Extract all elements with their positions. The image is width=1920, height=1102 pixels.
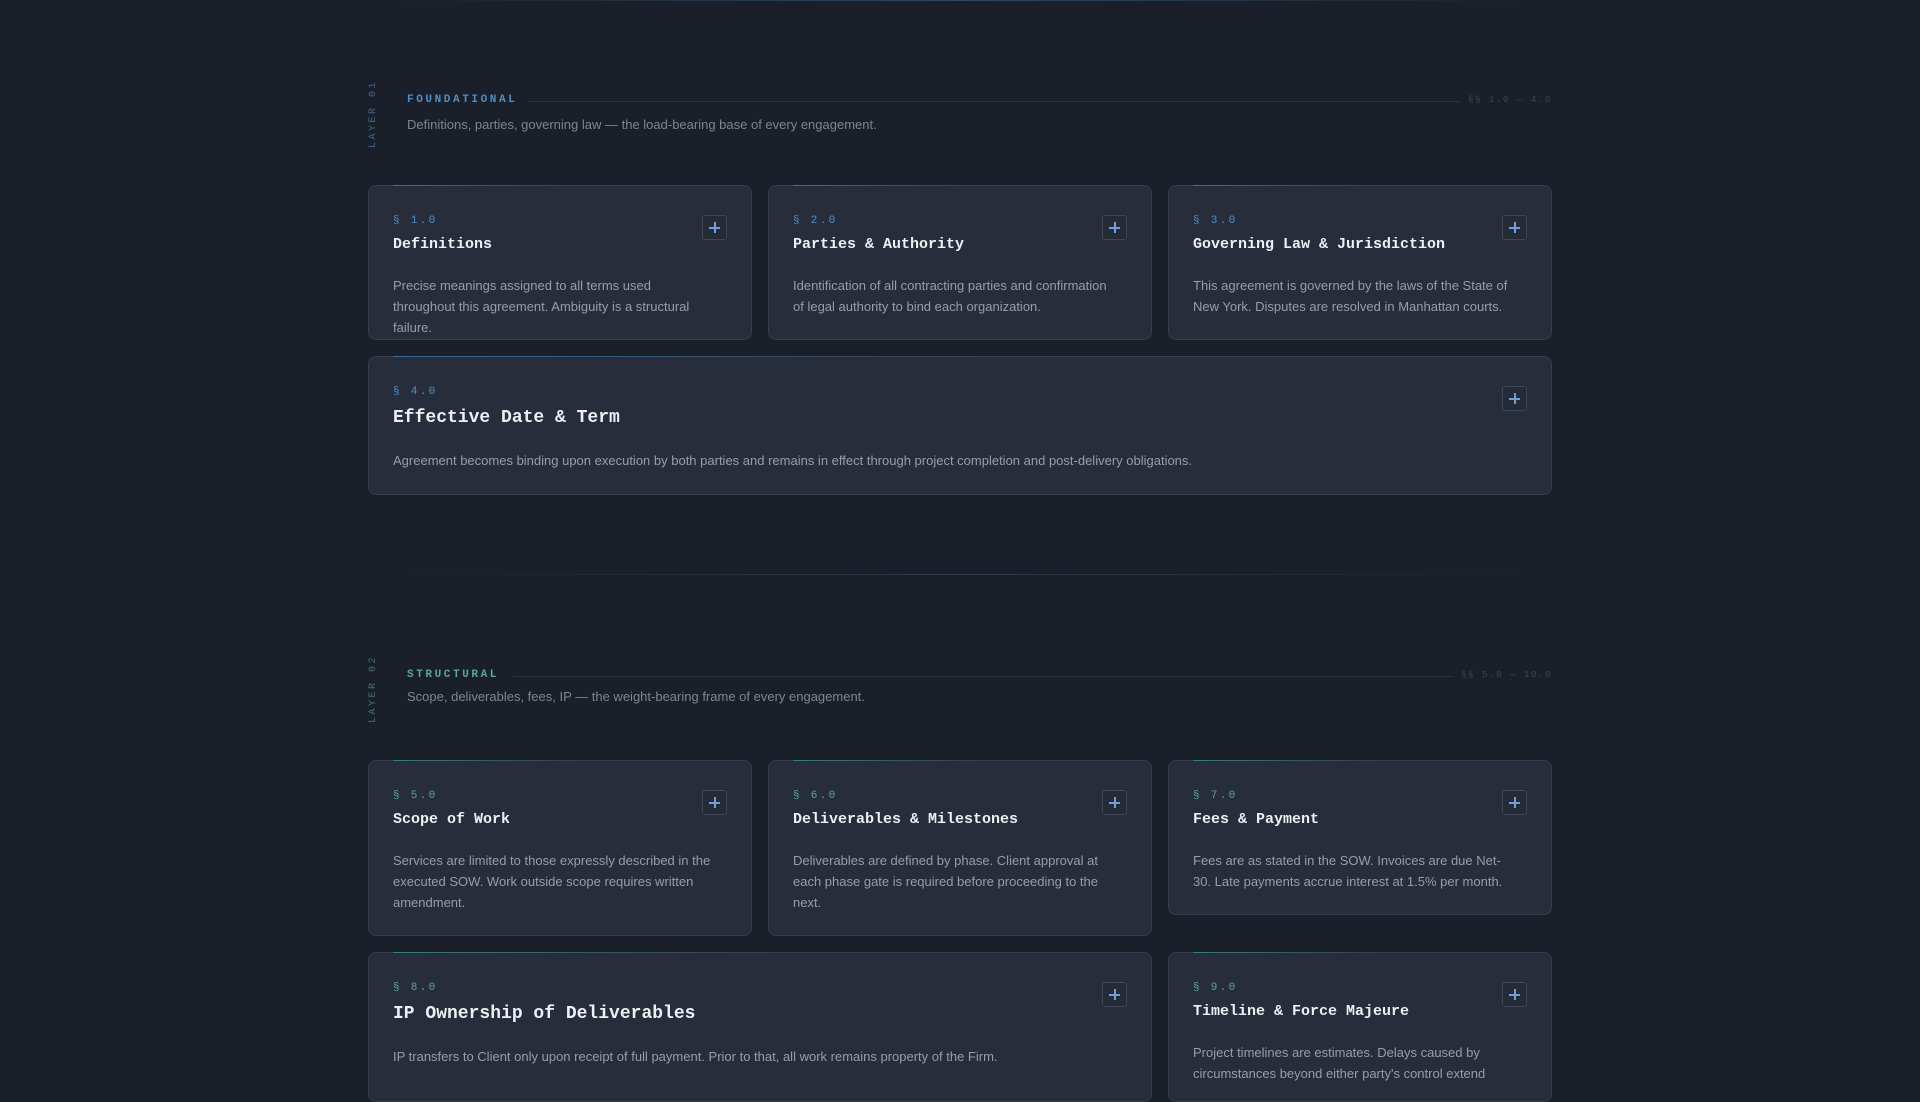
section-body: IP transfers to Client only upon receipt… xyxy=(393,1049,998,1064)
layer-range: §§ 1.0 — 4.0 xyxy=(1467,95,1552,105)
section-number: § 6.0 xyxy=(793,790,838,802)
section-card-3[interactable]: § 3.0 Governing Law & Jurisdiction This … xyxy=(1168,185,1552,340)
plus-icon[interactable] xyxy=(1102,982,1127,1007)
section-body: Precise meanings assigned to all terms u… xyxy=(393,278,690,335)
section-card-6[interactable]: § 6.0 Deliverables & Milestones Delivera… xyxy=(768,760,1152,936)
section-title: Deliverables & Milestones xyxy=(793,811,1019,828)
layer-rule xyxy=(529,101,1460,102)
section-card-2[interactable]: § 2.0 Parties & Authority Identification… xyxy=(768,185,1152,340)
layer-structural: LAYER 02 STRUCTURAL §§ 5.0 — 10.0 Scope,… xyxy=(368,655,1552,1102)
layer-header: STRUCTURAL §§ 5.0 — 10.0 xyxy=(407,669,1552,689)
section-title: Fees & Payment xyxy=(1193,811,1320,828)
section-title: Scope of Work xyxy=(393,811,511,828)
plus-icon[interactable] xyxy=(1502,386,1527,411)
layer-name: STRUCTURAL xyxy=(407,669,500,681)
section-number: § 2.0 xyxy=(793,215,838,227)
layer-name: FOUNDATIONAL xyxy=(407,94,518,106)
section-card-7[interactable]: § 7.0 Fees & Payment Fees are as stated … xyxy=(1168,760,1552,915)
layer-description: Definitions, parties, governing law — th… xyxy=(407,117,877,132)
plus-icon[interactable] xyxy=(1502,790,1527,815)
section-card-5[interactable]: § 5.0 Scope of Work Services are limited… xyxy=(368,760,752,936)
section-body: Identification of all contracting partie… xyxy=(793,278,1107,314)
section-number: § 7.0 xyxy=(1193,790,1238,802)
section-body: Fees are as stated in the SOW. Invoices … xyxy=(1193,853,1503,889)
section-body: This agreement is governed by the laws o… xyxy=(1193,278,1508,314)
section-number: § 3.0 xyxy=(1193,215,1238,227)
section-body: Services are limited to those expressly … xyxy=(393,853,711,910)
section-number: § 1.0 xyxy=(393,215,438,227)
layer-description: Scope, deliverables, fees, IP — the weig… xyxy=(407,689,865,704)
layer-foundational: LAYER 01 FOUNDATIONAL §§ 1.0 — 4.0 Defin… xyxy=(368,80,1552,500)
plus-icon[interactable] xyxy=(702,790,727,815)
top-accent-line xyxy=(400,0,1520,1)
section-body: Agreement becomes binding upon execution… xyxy=(393,453,1193,468)
section-title: Timeline & Force Majeure xyxy=(1193,1003,1410,1020)
layer-rule xyxy=(513,676,1452,677)
section-title: IP Ownership of Deliverables xyxy=(393,1004,696,1024)
plus-icon[interactable] xyxy=(1502,215,1527,240)
section-number: § 8.0 xyxy=(393,982,438,994)
section-number: § 4.0 xyxy=(393,386,438,398)
section-title: Parties & Authority xyxy=(793,236,965,253)
plus-icon[interactable] xyxy=(1102,215,1127,240)
section-number: § 9.0 xyxy=(1193,982,1238,994)
section-card-4[interactable]: § 4.0 Effective Date & Term Agreement be… xyxy=(368,356,1552,495)
section-body: Project timelines are estimates. Delays … xyxy=(1193,1045,1486,1081)
layer-tag: LAYER 02 xyxy=(368,655,379,724)
section-title: Governing Law & Jurisdiction xyxy=(1193,236,1446,253)
layer-divider xyxy=(400,574,1520,575)
section-body: Deliverables are defined by phase. Clien… xyxy=(793,853,1098,910)
layer-tag: LAYER 01 xyxy=(368,80,379,149)
section-title: Effective Date & Term xyxy=(393,408,620,428)
section-card-1[interactable]: § 1.0 Definitions Precise meanings assig… xyxy=(368,185,752,340)
layer-range: §§ 5.0 — 10.0 xyxy=(1460,670,1552,680)
layer-header: FOUNDATIONAL §§ 1.0 — 4.0 xyxy=(407,94,1552,114)
plus-icon[interactable] xyxy=(1502,982,1527,1007)
plus-icon[interactable] xyxy=(1102,790,1127,815)
section-title: Definitions xyxy=(393,236,493,253)
section-number: § 5.0 xyxy=(393,790,438,802)
plus-icon[interactable] xyxy=(702,215,727,240)
